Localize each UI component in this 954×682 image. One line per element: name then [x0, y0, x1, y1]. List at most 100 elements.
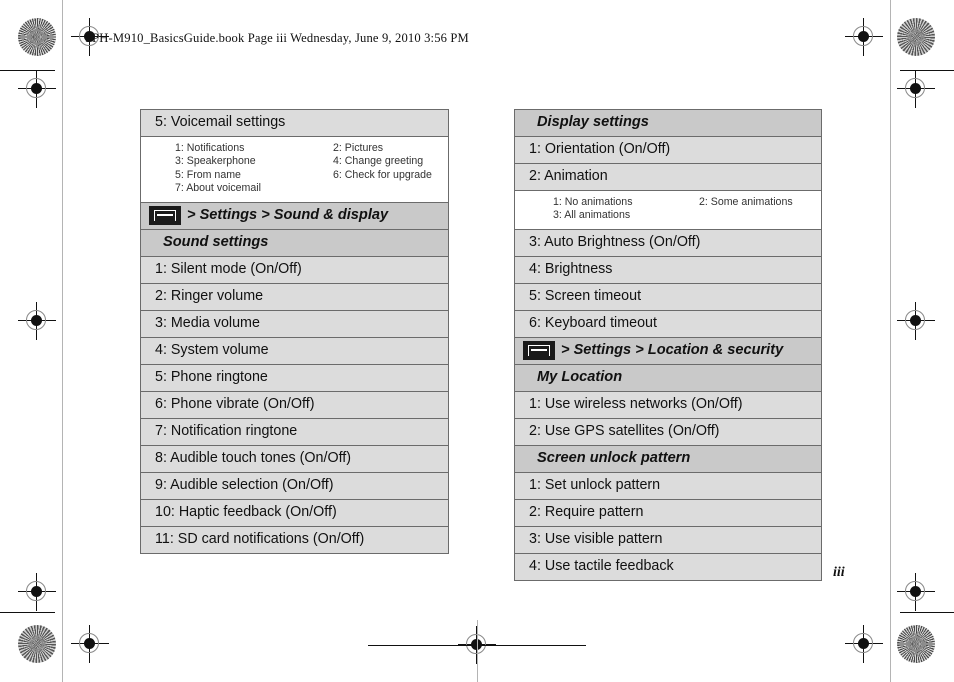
table-row[interactable]: 7: Notification ringtone	[141, 418, 448, 446]
sub-option: 2: Pictures	[333, 142, 384, 154]
book-file-header: SPH-M910_BasicsGuide.book Page iii Wedne…	[85, 31, 469, 45]
section-header-my-location: My Location	[515, 364, 821, 392]
page-number: iii	[833, 565, 845, 580]
sub-option: 3: Speakerphone	[175, 155, 256, 168]
page-guide-line-bottom-center	[477, 620, 478, 682]
page-guide-line-left	[62, 0, 63, 682]
table-row[interactable]: 2: Use GPS satellites (On/Off)	[515, 418, 821, 446]
row-label: 9: Audible selection (On/Off)	[155, 476, 334, 493]
table-row[interactable]: 11: SD card notifications (On/Off)	[141, 526, 448, 553]
sub-option: 4: Change greeting	[333, 155, 424, 168]
row-label: 4: Brightness	[529, 260, 613, 277]
table-subrow-animation-options: 1: No animations 2: Some animations 3: A…	[515, 191, 821, 230]
menu-table-left: 5: Voicemail settings 1: Notifications 2…	[140, 109, 449, 554]
registration-crosshair-bottom-left-outer	[18, 573, 56, 611]
menu-table-right: Display settings 1: Orientation (On/Off)…	[514, 109, 822, 581]
menu-path-row-location-security[interactable]: > Settings > Location & security	[515, 337, 821, 365]
registration-crosshair-top-right-inner	[845, 18, 883, 56]
menu-path-label: > Settings > Location & security	[561, 342, 784, 359]
registration-star-bottom-left	[18, 625, 56, 663]
sub-option: 1: No animations	[553, 196, 633, 208]
table-row[interactable]: 4: Use tactile feedback	[515, 553, 821, 580]
table-row[interactable]: 5: Voicemail settings	[141, 110, 448, 137]
row-label: 2: Ringer volume	[155, 287, 264, 304]
registration-crosshair-top-left-outer	[18, 70, 56, 108]
menu-path-row-sound-display[interactable]: > Settings > Sound & display	[141, 202, 448, 230]
table-row[interactable]: 1: Use wireless networks (On/Off)	[515, 391, 821, 419]
row-label: 3: Media volume	[155, 314, 260, 331]
section-header-label: Screen unlock pattern	[537, 449, 691, 466]
row-label: 7: Notification ringtone	[155, 422, 298, 439]
menu-key-icon	[149, 206, 181, 226]
table-row[interactable]: 4: System volume	[141, 337, 448, 365]
trim-line-bottom-right	[900, 612, 954, 613]
table-row[interactable]: 2: Animation	[515, 164, 821, 191]
section-header-label: My Location	[537, 368, 623, 385]
row-label: 5: Phone ringtone	[155, 368, 268, 385]
row-label: 10: Haptic feedback (On/Off)	[155, 503, 337, 520]
sub-option: 5: From name	[175, 168, 241, 181]
registration-star-bottom-right	[897, 625, 935, 663]
sub-option: 1: Notifications	[175, 142, 245, 154]
sub-option: 3: All animations	[553, 209, 631, 222]
row-label: 8: Audible touch tones (On/Off)	[155, 449, 352, 466]
row-label: 4: System volume	[155, 341, 269, 358]
row-label: 6: Keyboard timeout	[529, 314, 657, 331]
table-subrow-voicemail-options: 1: Notifications 2: Pictures 3: Speakerp…	[141, 137, 448, 203]
sub-option	[699, 209, 821, 222]
table-row[interactable]: 2: Require pattern	[515, 499, 821, 527]
table-row[interactable]: 3: Auto Brightness (On/Off)	[515, 229, 821, 257]
table-row[interactable]: 8: Audible touch tones (On/Off)	[141, 445, 448, 473]
row-label: 2: Require pattern	[529, 503, 644, 520]
row-label: 5: Screen timeout	[529, 287, 642, 304]
table-row[interactable]: 10: Haptic feedback (On/Off)	[141, 499, 448, 527]
table-row[interactable]: 1: Set unlock pattern	[515, 472, 821, 500]
menu-path-label: > Settings > Sound & display	[187, 207, 389, 224]
row-label: 11: SD card notifications (On/Off)	[155, 530, 365, 547]
row-label: 5: Voicemail settings	[155, 114, 286, 130]
row-label: 3: Use visible pattern	[529, 530, 663, 547]
section-header-sound-settings: Sound settings	[141, 229, 448, 257]
table-row[interactable]: 1: Orientation (On/Off)	[515, 137, 821, 164]
section-header-screen-unlock-pattern: Screen unlock pattern	[515, 445, 821, 473]
row-label: 1: Use wireless networks (On/Off)	[529, 395, 743, 412]
row-label: 3: Auto Brightness (On/Off)	[529, 233, 701, 250]
section-header-label: Sound settings	[163, 233, 269, 250]
trim-line-top-left	[0, 70, 55, 71]
row-label: 1: Orientation (On/Off)	[529, 141, 671, 157]
sub-option: 7: About voicemail	[175, 182, 261, 195]
registration-crosshair-left-middle	[18, 302, 56, 340]
trim-line-top-right	[900, 70, 954, 71]
trim-line-bottom-left	[0, 612, 55, 613]
row-label: 4: Use tactile feedback	[529, 557, 674, 574]
registration-crosshair-bottom-right-inner	[845, 625, 883, 663]
row-label: 1: Set unlock pattern	[529, 476, 661, 493]
section-header-display-settings: Display settings	[515, 110, 821, 137]
row-label: 6: Phone vibrate (On/Off)	[155, 395, 315, 412]
table-row[interactable]: 5: Screen timeout	[515, 283, 821, 311]
registration-crosshair-bottom-right-outer	[897, 573, 935, 611]
sub-option: 2: Some animations	[699, 196, 793, 208]
table-row[interactable]: 4: Brightness	[515, 256, 821, 284]
sub-option: 6: Check for upgrade	[333, 168, 432, 181]
table-row[interactable]: 6: Keyboard timeout	[515, 310, 821, 338]
table-row[interactable]: 1: Silent mode (On/Off)	[141, 256, 448, 284]
registration-crosshair-top-right-outer	[897, 70, 935, 108]
table-row[interactable]: 2: Ringer volume	[141, 283, 448, 311]
table-row[interactable]: 6: Phone vibrate (On/Off)	[141, 391, 448, 419]
table-row[interactable]: 3: Use visible pattern	[515, 526, 821, 554]
registration-crosshair-right-middle	[897, 302, 935, 340]
section-header-label: Display settings	[537, 114, 649, 130]
table-row[interactable]: 9: Audible selection (On/Off)	[141, 472, 448, 500]
table-row[interactable]: 3: Media volume	[141, 310, 448, 338]
table-row[interactable]: 5: Phone ringtone	[141, 364, 448, 392]
sub-option	[333, 182, 448, 195]
page-guide-line-right	[890, 0, 891, 682]
row-label: 2: Animation	[529, 168, 608, 184]
registration-star-top-left	[18, 18, 56, 56]
menu-key-icon	[523, 341, 555, 361]
row-label: 2: Use GPS satellites (On/Off)	[529, 422, 720, 439]
registration-crosshair-bottom-left-inner	[71, 625, 109, 663]
row-label: 1: Silent mode (On/Off)	[155, 260, 302, 277]
registration-star-top-right	[897, 18, 935, 56]
